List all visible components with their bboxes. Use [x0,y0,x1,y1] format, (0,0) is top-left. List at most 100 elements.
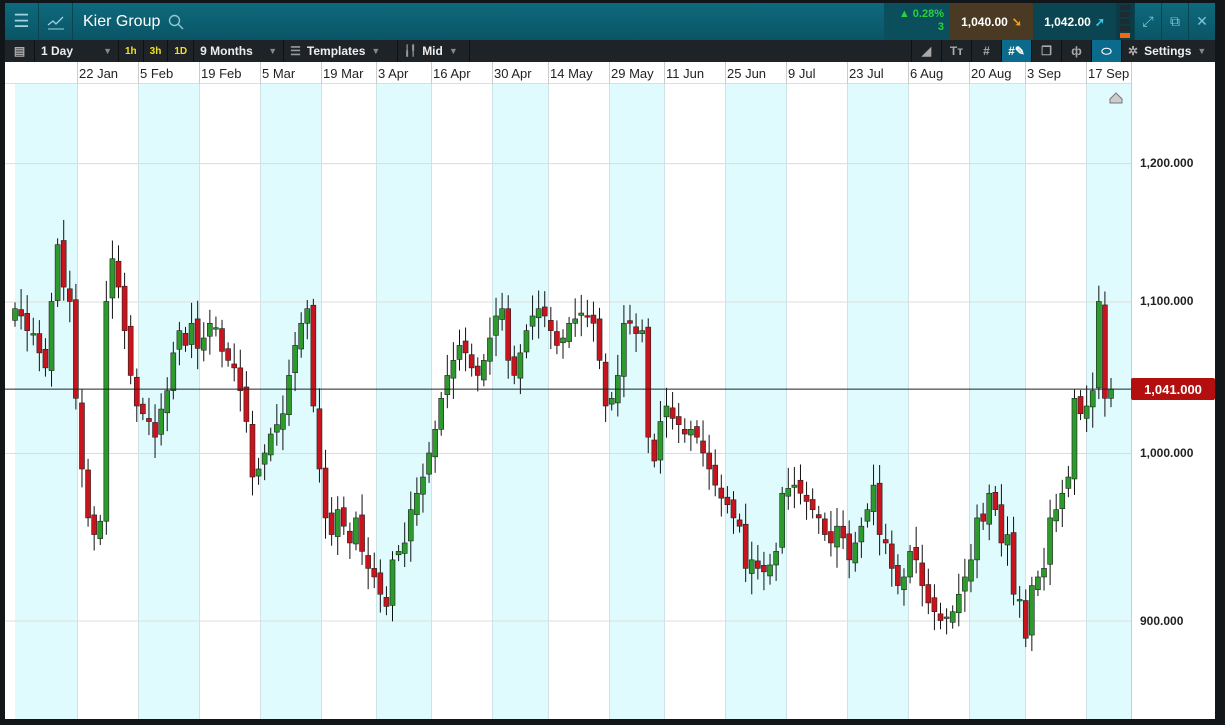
date-tick [321,62,322,84]
date-tick [260,62,261,84]
candle-body [541,306,548,317]
candle-body [755,560,761,569]
arrow-down-icon: ➘ [1011,14,1022,29]
layers-button[interactable]: ❐ [1031,40,1061,62]
date-label: 19 Feb [201,66,242,81]
grid-edit-button[interactable]: #✎ [1001,40,1031,62]
date-tick [199,62,200,84]
buy-button[interactable]: 1,042.00 ➚ [1033,3,1116,40]
candle-body [188,322,195,345]
candle-body [340,507,347,527]
interval-select[interactable]: 1 Day ▼ [35,40,119,62]
candle-body [103,301,110,522]
candle-body [334,509,341,537]
candle-body [864,509,871,522]
date-tick [786,62,787,84]
price-label-button[interactable]: ⬭ [1091,40,1121,62]
candle-body [852,542,859,564]
candle-body [834,525,840,548]
date-tick [664,62,665,84]
candle-body [91,514,97,535]
candle-body [797,479,804,494]
search-icon[interactable] [168,14,184,30]
grid-button[interactable]: # [971,40,1001,62]
date-tick [376,62,377,84]
popout-icon[interactable]: ⧉ [1161,3,1188,40]
quick-3h[interactable]: 3h [144,40,169,62]
trendline-icon: ◢ [921,44,932,58]
date-tick [725,62,726,84]
period-stripe [376,84,431,719]
candle-body [809,499,816,510]
date-tick [908,62,909,84]
close-icon[interactable]: ✕ [1188,3,1215,40]
candle-body [621,322,627,377]
templates-select[interactable]: ☰ Templates ▼ [284,40,399,62]
candle-body [529,315,536,327]
candle-body [761,565,767,573]
candle-body [998,504,1005,544]
candle-body [511,356,518,376]
crosshair-button[interactable]: ф [1061,40,1091,62]
candle-body [675,416,682,425]
candle-body [560,337,566,344]
candle-body [97,520,104,539]
date-label: 20 Aug [971,66,1012,81]
expand-icon[interactable]: ⤢ [1134,3,1161,40]
date-label: 3 Sep [1027,66,1061,81]
candle-body [67,288,73,302]
period-stripe [969,84,1025,719]
date-tick [492,62,493,84]
chevron-down-icon: ▼ [371,46,381,56]
date-label: 16 Apr [433,66,471,81]
candle-body [931,597,938,613]
candle-body [937,613,944,621]
candle-body [18,309,24,317]
candle-body [377,572,384,595]
price-tick-label: 1,200.000 [1140,156,1194,171]
candle-body [42,348,49,369]
date-tick [138,62,139,84]
hamburger-icon: ☰ [13,11,30,31]
candle-body [962,576,968,592]
candle-body [487,337,493,362]
chart-type-button[interactable] [39,3,73,40]
date-label: 23 Jul [849,66,884,81]
candle-body [274,424,280,433]
price-type-select[interactable]: ╽╿ Mid ▼ [398,40,471,62]
candle-body [170,352,177,391]
quick-1d[interactable]: 1D [168,40,195,62]
candle-body [791,484,798,488]
price-chart[interactable] [5,84,1131,719]
current-price-label: 1,041.000 [1131,378,1215,401]
candle-body [901,576,907,591]
candle-body [724,496,731,506]
layers-icon: ❐ [1041,44,1052,58]
candle-body [1010,532,1017,595]
candle-body [109,258,116,299]
settings-select[interactable]: ✲ Settings ▼ [1121,40,1215,62]
draw-tool-button[interactable]: ◢ [911,40,941,62]
candle-body [986,492,993,525]
quick-1h[interactable]: 1h [119,40,144,62]
grid-pencil-icon: #✎ [1008,44,1025,58]
candle-body [456,345,463,360]
range-select[interactable]: 9 Months ▼ [194,40,285,62]
price-type-label: Mid [422,44,443,58]
candle-body [426,452,432,475]
menu-button[interactable]: ☰ [5,3,39,40]
candle-body [736,519,743,527]
candle-body [523,330,530,353]
candle-body [608,398,615,405]
candle-body [1029,585,1035,636]
date-label: 5 Mar [262,66,296,81]
candle-body [1077,396,1084,415]
price-tick-label: 1,100.000 [1140,294,1194,309]
candle-body [742,523,749,569]
price-change: ▲ 0.28% 3 [884,3,950,40]
list-button[interactable]: ▤ [5,40,35,62]
candle-body [602,361,609,407]
candle-body [414,492,420,515]
sell-button[interactable]: 1,040.00 ➘ [950,3,1033,40]
text-tool-button[interactable]: Tт [941,40,971,62]
